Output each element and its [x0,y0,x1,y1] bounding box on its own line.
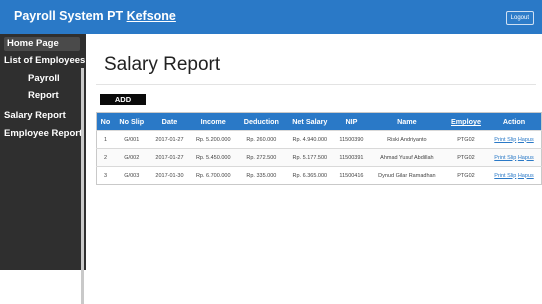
cell-slip: G/002 [113,148,150,167]
top-navbar: Payroll System PT Kefsone Logout [0,0,542,34]
app-title: Payroll System PT [14,9,124,23]
cell-action: Print Slip Hapus [487,166,542,185]
cell-action: Print Slip Hapus [487,130,542,149]
cell-date: 2017-01-30 [149,166,190,185]
col-income: Income [189,112,238,131]
cell-no: 3 [96,166,114,185]
cell-net: Rp. 5.177.500 [285,148,335,167]
cell-employe: PTG02 [444,166,488,185]
cell-slip: G/001 [113,130,150,149]
col-employe[interactable]: Employe [444,112,488,131]
cell-date: 2017-01-27 [149,148,190,167]
cell-nip: 11500416 [334,166,369,185]
logout-button[interactable]: Logout [505,11,534,25]
print-slip-link[interactable]: Print Slip [494,173,516,179]
company-name[interactable]: Kefsone [127,9,176,23]
cell-net: Rp. 6.365.000 [285,166,335,185]
sidebar: Home Page List of Employees Payroll Repo… [0,34,86,304]
cell-name: Ahmad Yusuf Abdillah [368,148,445,167]
table-header-row: No No Slip Date Income Deduction Net Sal… [96,112,542,131]
cell-no: 2 [96,148,114,167]
add-button[interactable]: ADD [100,94,146,105]
cell-employe: PTG02 [444,148,488,167]
cell-name: Dynud Gilar Ramadhan [368,166,445,185]
cell-income: Rp. 5.450.000 [189,148,238,167]
hapus-link[interactable]: Hapus [518,137,534,143]
sidebar-item-salary-report[interactable]: Salary Report [4,110,66,121]
cell-deduction: Rp. 260.000 [237,130,286,149]
sidebar-item-report[interactable]: Report [28,90,59,101]
col-action: Action [487,112,542,131]
col-net-salary: Net Salary [285,112,335,131]
cell-income: Rp. 6.700.000 [189,166,238,185]
cell-no: 1 [96,130,114,149]
col-date: Date [149,112,190,131]
cell-date: 2017-01-27 [149,130,190,149]
col-nip: NIP [334,112,369,131]
col-no-slip: No Slip [113,112,150,131]
table-row: 3 G/003 2017-01-30 Rp. 6.700.000 Rp. 335… [96,166,542,185]
page-title: Salary Report [104,54,221,75]
cell-nip: 11500391 [334,148,369,167]
title-divider [96,84,536,85]
col-name: Name [368,112,445,131]
cell-income: Rp. 5.200.000 [189,130,238,149]
hapus-link[interactable]: Hapus [518,173,534,179]
sidebar-item-employee-report[interactable]: Employee Report [4,128,82,139]
hapus-link[interactable]: Hapus [518,155,534,161]
table-row: 2 G/002 2017-01-27 Rp. 5.450.000 Rp. 272… [96,148,542,167]
main-content: Salary Report ADD No No Slip Date Income… [88,34,542,270]
sidebar-item-list-of-employees[interactable]: List of Employees [4,55,85,66]
salary-table: No No Slip Date Income Deduction Net Sal… [96,112,542,185]
table-row: 1 G/001 2017-01-27 Rp. 5.200.000 Rp. 260… [96,130,542,149]
sidebar-item-home[interactable]: Home Page [4,37,80,51]
print-slip-link[interactable]: Print Slip [494,155,516,161]
col-deduction: Deduction [237,112,286,131]
cell-nip: 11500390 [334,130,369,149]
cell-action: Print Slip Hapus [487,148,542,167]
cell-deduction: Rp. 272.500 [237,148,286,167]
cell-slip: G/003 [113,166,150,185]
cell-name: Riski Andriyanto [368,130,445,149]
print-slip-link[interactable]: Print Slip [494,137,516,143]
col-no: No [96,112,114,131]
app-brand[interactable]: Payroll System PT Kefsone [14,9,176,23]
cell-employe: PTG02 [444,130,488,149]
cell-deduction: Rp. 335.000 [237,166,286,185]
sidebar-divider [81,68,84,304]
sidebar-item-payroll[interactable]: Payroll [28,73,60,84]
cell-net: Rp. 4.940.000 [285,130,335,149]
